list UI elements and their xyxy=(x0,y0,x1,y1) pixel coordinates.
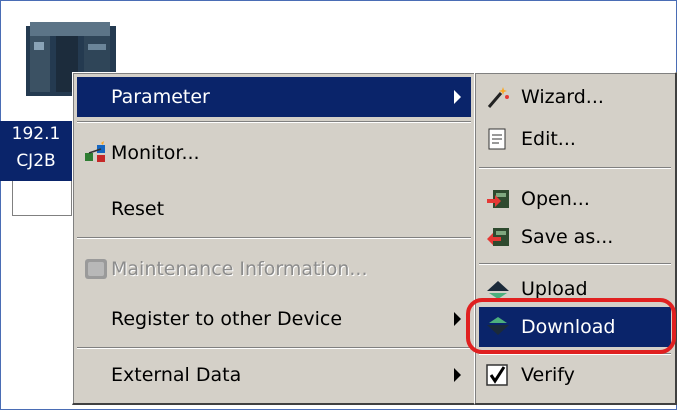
monitor-icon xyxy=(85,141,105,162)
edit-icon xyxy=(488,128,506,150)
open-icon xyxy=(487,190,509,208)
submenu-arrow-icon xyxy=(454,312,461,326)
submenu-item-label: Save as... xyxy=(521,226,614,248)
submenu-item-wizard[interactable]: Wizard... xyxy=(479,77,671,117)
menu-item-label: Reset xyxy=(111,198,165,220)
submenu-item-edit[interactable]: Edit... xyxy=(479,119,671,159)
submenu-item-label: Wizard... xyxy=(521,86,604,108)
submenu-item-label: Upload xyxy=(521,278,588,300)
submenu-item-open[interactable]: Open... xyxy=(479,179,671,219)
menu-item-label: External Data xyxy=(111,364,242,386)
menu-item-reset[interactable]: Reset xyxy=(77,189,471,229)
menu-item-label: Parameter xyxy=(111,86,210,108)
menu-item-label: Monitor... xyxy=(111,142,200,164)
menu-separator xyxy=(479,167,671,169)
device-label[interactable]: 192.1 CJ2B xyxy=(0,121,72,181)
submenu-item-save-as[interactable]: Save as... xyxy=(479,217,671,257)
menu-separator xyxy=(77,347,471,349)
submenu-item-label: Verify xyxy=(521,364,575,386)
save-as-icon xyxy=(487,228,509,246)
context-menu: Parameter Monitor... Reset Maintenance I… xyxy=(72,72,477,405)
submenu-item-label: Edit... xyxy=(521,128,576,150)
menu-separator xyxy=(479,263,671,265)
verify-icon xyxy=(486,364,508,386)
menu-separator xyxy=(77,237,471,239)
menu-item-monitor[interactable]: Monitor... xyxy=(77,133,471,173)
menu-item-label: Maintenance Information... xyxy=(111,258,368,280)
submenu-item-label: Open... xyxy=(521,188,590,210)
maintenance-icon xyxy=(85,259,107,279)
wizard-icon xyxy=(487,87,509,108)
submenu-arrow-icon xyxy=(454,90,461,104)
device-address-text: 192.1 xyxy=(11,124,61,144)
device-node-box xyxy=(12,181,72,216)
menu-item-register-to-other-device[interactable]: Register to other Device xyxy=(77,299,471,339)
menu-item-label: Register to other Device xyxy=(111,308,343,330)
menu-item-external-data[interactable]: External Data xyxy=(77,355,471,395)
device-model-text: CJ2B xyxy=(16,151,56,171)
menu-separator xyxy=(77,121,471,123)
submenu-item-verify[interactable]: Verify xyxy=(479,355,671,395)
submenu-arrow-icon xyxy=(454,368,461,382)
download-highlight-ring xyxy=(466,298,676,354)
parameter-submenu: Wizard... Edit... Open... Save as... Upl… xyxy=(474,72,677,405)
menu-item-maintenance-information: Maintenance Information... xyxy=(77,249,471,289)
menu-item-parameter[interactable]: Parameter xyxy=(77,77,471,117)
